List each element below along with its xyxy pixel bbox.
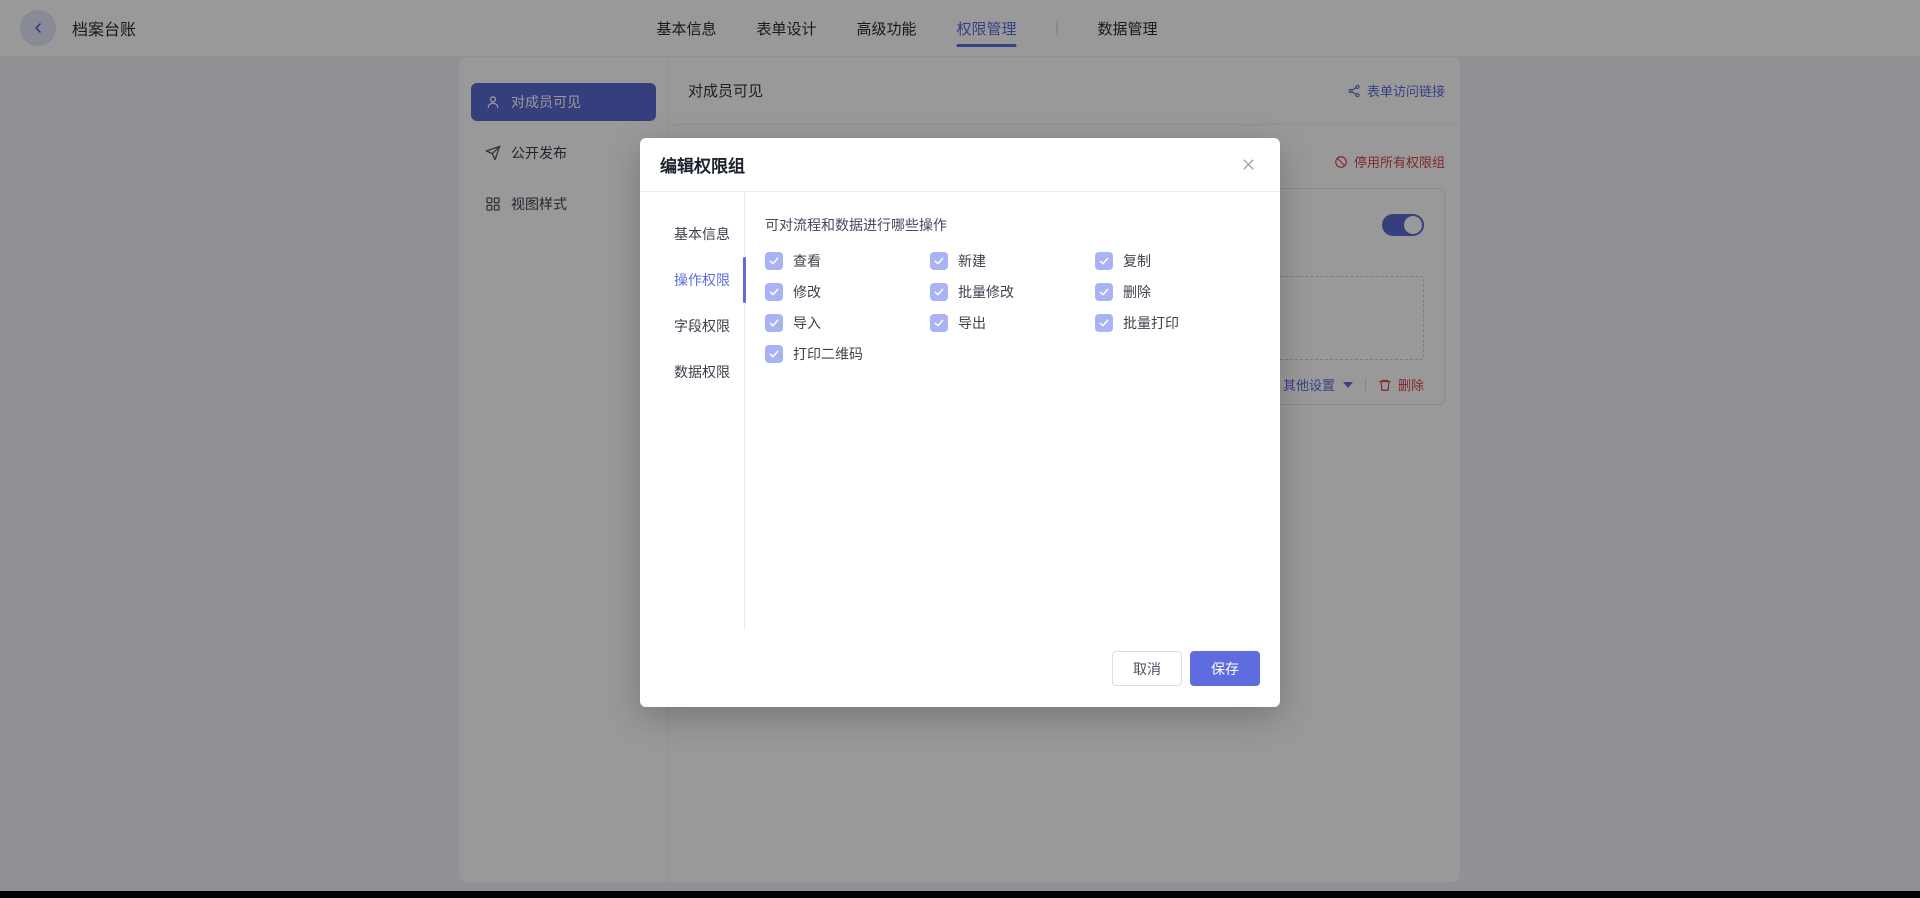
modal-title: 编辑权限组 [660,157,745,176]
cancel-button[interactable]: 取消 [1112,651,1182,686]
save-button[interactable]: 保存 [1190,651,1260,686]
permission-item-batch-edit: 批量修改 [930,283,1095,301]
checkbox-create[interactable] [930,252,948,270]
permission-item-print-qrcode: 打印二维码 [765,345,930,363]
checkbox-import[interactable] [765,314,783,332]
checkbox-copy[interactable] [1095,252,1113,270]
permission-item-edit: 修改 [765,283,930,301]
checkbox-batch-print[interactable] [1095,314,1113,332]
permission-item-import: 导入 [765,314,930,332]
check-icon [1099,257,1109,265]
modal-footer: 取消 保存 [640,630,1280,707]
check-icon [1099,319,1109,327]
close-button[interactable] [1241,157,1256,172]
permission-label: 打印二维码 [793,346,863,362]
modal-tab-data-permissions[interactable]: 数据权限 [640,349,744,395]
permission-label: 删除 [1123,284,1151,300]
permission-label: 导入 [793,315,821,331]
checkbox-print-qrcode[interactable] [765,345,783,363]
modal-tab-operation-permissions[interactable]: 操作权限 [640,257,746,303]
permission-label: 批量打印 [1123,315,1179,331]
modal-tab-field-permissions[interactable]: 字段权限 [640,303,744,349]
permissions-section-label: 可对流程和数据进行哪些操作 [765,217,947,233]
checkbox-export[interactable] [930,314,948,332]
check-icon [934,319,944,327]
check-icon [769,288,779,296]
checkbox-batch-edit[interactable] [930,283,948,301]
modal-header: 编辑权限组 [640,138,1280,192]
modal-body: 基本信息 操作权限 字段权限 数据权限 可对流程和数据进行哪些操作 查看 新建 … [640,192,1280,630]
permission-label: 新建 [958,253,986,269]
permission-label: 导出 [958,315,986,331]
check-icon [1099,288,1109,296]
check-icon [769,257,779,265]
permission-item-export: 导出 [930,314,1095,332]
check-icon [769,350,779,358]
permission-item-delete: 删除 [1095,283,1260,301]
close-icon [1243,159,1254,170]
permission-label: 复制 [1123,253,1151,269]
permissions-grid: 查看 新建 复制 修改 批量修改 删除 导入 导出 批量打印 打印二维码 [765,252,1260,363]
check-icon [934,288,944,296]
check-icon [934,257,944,265]
modal-tab-basic-info[interactable]: 基本信息 [640,211,744,257]
edit-permission-group-modal: 编辑权限组 基本信息 操作权限 字段权限 数据权限 可对流程和数据进行哪些操作 … [640,138,1280,707]
modal-content: 可对流程和数据进行哪些操作 查看 新建 复制 修改 批量修改 删除 导入 导出 … [745,192,1280,630]
bottom-edge-bar [0,891,1920,898]
permission-label: 修改 [793,284,821,300]
modal-tab-list: 基本信息 操作权限 字段权限 数据权限 [640,192,746,630]
checkbox-edit[interactable] [765,283,783,301]
check-icon [769,319,779,327]
checkbox-delete[interactable] [1095,283,1113,301]
permission-item-create: 新建 [930,252,1095,270]
permission-label: 批量修改 [958,284,1014,300]
permission-item-view: 查看 [765,252,930,270]
checkbox-view[interactable] [765,252,783,270]
permission-item-batch-print: 批量打印 [1095,314,1260,332]
permission-label: 查看 [793,253,821,269]
permission-item-copy: 复制 [1095,252,1260,270]
